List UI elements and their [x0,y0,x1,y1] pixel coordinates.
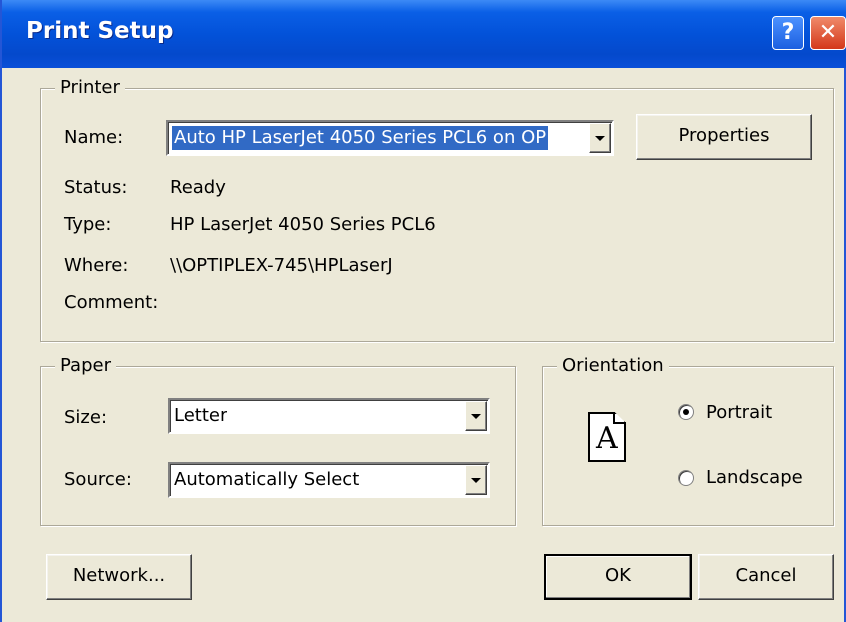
orientation-group-label: Orientation [557,355,669,377]
close-icon: ✕ [818,20,838,45]
dialog-title: Print Setup [26,18,174,44]
status-label: Status: [64,177,128,198]
name-label: Name: [64,127,124,148]
ok-button[interactable]: OK [544,554,692,600]
status-value: Ready [170,177,226,198]
properties-button[interactable]: Properties [636,114,812,160]
portrait-label[interactable]: Portrait [706,402,772,424]
properties-button-label: Properties [678,125,770,146]
where-label: Where: [64,255,129,276]
paper-source-select[interactable]: Automatically Select [168,462,490,498]
comment-label: Comment: [64,292,159,313]
network-button[interactable]: Network... [46,554,192,600]
page-letter: A [596,421,618,456]
paper-source-dropdown-arrow-icon[interactable] [465,465,487,495]
network-button-label: Network... [72,565,166,586]
ok-button-label: OK [605,565,631,586]
printer-name-dropdown-arrow-icon[interactable] [589,123,611,153]
printer-name-value: Auto HP LaserJet 4050 Series PCL6 on OP [172,126,549,150]
portrait-radio[interactable] [678,404,694,420]
size-label: Size: [64,407,108,428]
paper-size-select[interactable]: Letter [168,398,490,434]
paper-size-dropdown-arrow-icon[interactable] [465,401,487,431]
print-setup-dialog: Print Setup ? ✕ Printer Name: Auto HP La… [0,0,846,622]
help-icon: ? [781,20,795,45]
landscape-radio[interactable] [678,470,694,486]
paper-group: Paper [40,355,516,526]
title-bar[interactable]: Print Setup ? ✕ [2,0,846,68]
help-button[interactable]: ? [772,16,804,50]
landscape-label[interactable]: Landscape [706,467,803,489]
printer-group-label: Printer [55,77,125,99]
cancel-button-label: Cancel [735,565,797,586]
paper-source-value: Automatically Select [174,469,360,490]
paper-size-value: Letter [174,405,228,426]
where-value: \\OPTIPLEX-745\HPLaserJ [170,255,393,276]
close-button[interactable]: ✕ [810,16,846,50]
type-label: Type: [64,214,112,235]
cancel-button[interactable]: Cancel [698,554,834,600]
paper-group-label: Paper [55,355,116,377]
source-label: Source: [64,469,132,490]
type-value: HP LaserJet 4050 Series PCL6 [170,214,436,235]
printer-name-select[interactable]: Auto HP LaserJet 4050 Series PCL6 on OP [166,120,614,156]
orientation-group: Orientation [542,355,834,526]
